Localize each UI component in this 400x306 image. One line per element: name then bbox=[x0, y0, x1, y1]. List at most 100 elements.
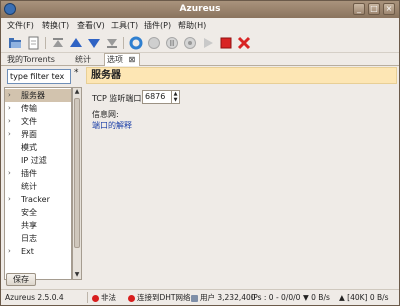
close-button[interactable]: × bbox=[383, 3, 395, 15]
tab-bar: 我的Torrents 统计 选项 ⊠ bbox=[1, 53, 399, 67]
tree-item-tracker[interactable]: › Tracker bbox=[5, 193, 71, 206]
scroll-down-arrow-icon[interactable]: ▼ bbox=[73, 271, 81, 279]
tab-options-label: 选项 bbox=[107, 55, 123, 64]
menu-tools[interactable]: 工具(T) bbox=[111, 20, 138, 31]
tree-item-ext[interactable]: › Ext bbox=[5, 245, 71, 258]
delete-icon[interactable] bbox=[237, 36, 251, 50]
filter-input[interactable]: type filter tex bbox=[7, 69, 71, 84]
download-speed[interactable]: ▼ 0 B/s bbox=[303, 290, 330, 305]
tree-item-plugins[interactable]: › 插件 bbox=[5, 167, 71, 180]
tree-item-server[interactable]: › 服务器 bbox=[5, 89, 71, 102]
tab-my-torrents[interactable]: 我的Torrents bbox=[5, 54, 57, 66]
expander-icon[interactable]: › bbox=[8, 89, 11, 102]
nat-red-dot-icon bbox=[92, 294, 99, 302]
menu-file[interactable]: 文件(F) bbox=[7, 20, 34, 31]
info-label: 信息网: bbox=[92, 110, 119, 119]
tree-item-label: 插件 bbox=[21, 169, 37, 178]
expander-icon[interactable]: › bbox=[8, 102, 11, 115]
tree-item-security[interactable]: 安全 bbox=[5, 206, 71, 219]
tree-item-label: 界面 bbox=[21, 130, 37, 139]
tree-item-label: Ext bbox=[21, 247, 34, 256]
toolbar-separator bbox=[123, 37, 124, 49]
tree-item-label: 文件 bbox=[21, 117, 37, 126]
expander-icon[interactable]: › bbox=[8, 167, 11, 180]
users-status-text: 用户 3,232,400 bbox=[200, 293, 256, 302]
tree-item-label: 安全 bbox=[21, 208, 37, 217]
tree-item-transfer[interactable]: › 传输 bbox=[5, 102, 71, 115]
stepper-arrows[interactable]: ▲ ▼ bbox=[171, 91, 179, 103]
app-window: Azureus _ □ × 文件(F) 转换(T) 查看(V) 工具(T) 插件… bbox=[0, 0, 400, 306]
users-icon bbox=[191, 294, 198, 302]
page-title: 服务器 bbox=[86, 67, 397, 84]
up-icon[interactable] bbox=[69, 36, 83, 50]
tree-item-label: 日志 bbox=[21, 234, 37, 243]
stop-disabled-icon[interactable] bbox=[147, 36, 161, 50]
menu-help[interactable]: 帮助(H) bbox=[178, 20, 206, 31]
toolbar bbox=[1, 33, 399, 53]
users-status: 用户 3,232,400 bbox=[191, 290, 256, 305]
tree-scrollbar[interactable]: ▲ ▼ bbox=[72, 87, 82, 280]
queue-disabled-icon[interactable] bbox=[183, 36, 197, 50]
menu-bar: 文件(F) 转换(T) 查看(V) 工具(T) 插件(P) 帮助(H) bbox=[1, 18, 399, 33]
tab-options[interactable]: 选项 ⊠ bbox=[104, 53, 140, 67]
toolbar-separator bbox=[45, 37, 46, 49]
minimize-button[interactable]: _ bbox=[353, 3, 365, 15]
new-torrent-icon[interactable] bbox=[26, 36, 40, 50]
menu-plugins[interactable]: 插件(P) bbox=[144, 20, 171, 31]
expander-icon[interactable]: › bbox=[8, 245, 11, 258]
title-bar: Azureus _ □ × bbox=[1, 1, 399, 18]
filter-modified-indicator: * bbox=[74, 68, 79, 78]
upload-speed[interactable]: ▲ [40K] 0 B/s bbox=[339, 290, 389, 305]
ip-status: IPs : 0 - 0/0/0 bbox=[251, 293, 301, 302]
tree-item-files[interactable]: › 文件 bbox=[5, 115, 71, 128]
tree-item-label: 共享 bbox=[21, 221, 37, 230]
dht-status-text: 连接到DHT网络 bbox=[137, 293, 191, 302]
status-bar: Azureus 2.5.0.4 非法 连接到DHT网络 用户 3,232,400… bbox=[1, 289, 399, 305]
open-torrent-icon[interactable] bbox=[8, 36, 22, 50]
tcp-port-value[interactable]: 6876 bbox=[145, 92, 165, 101]
scroll-up-arrow-icon[interactable]: ▲ bbox=[73, 88, 81, 96]
tree-item-logging[interactable]: 日志 bbox=[5, 232, 71, 245]
tree-item-ip-filter[interactable]: IP 过滤 bbox=[5, 154, 71, 167]
tree-item-interface[interactable]: › 界面 bbox=[5, 128, 71, 141]
nat-status-text: 非法 bbox=[101, 293, 116, 302]
save-button[interactable]: 保存 bbox=[6, 273, 36, 286]
tree-item-statistics[interactable]: 统计 bbox=[5, 180, 71, 193]
play-icon[interactable] bbox=[201, 36, 215, 50]
tree-item-label: 传输 bbox=[21, 104, 37, 113]
expander-icon[interactable]: › bbox=[8, 115, 11, 128]
tab-close-icon[interactable]: ⊠ bbox=[129, 55, 136, 64]
move-top-icon[interactable] bbox=[51, 36, 65, 50]
window-title: Azureus bbox=[179, 4, 221, 14]
stepper-down-icon[interactable]: ▼ bbox=[172, 97, 179, 103]
options-panel: type filter tex * › 服务器 › 传输 › 文件 › 界面 模… bbox=[3, 66, 397, 288]
dht-red-dot-icon bbox=[128, 294, 135, 302]
expander-icon[interactable]: › bbox=[8, 193, 11, 206]
down-icon[interactable] bbox=[87, 36, 101, 50]
expander-icon[interactable]: › bbox=[8, 128, 11, 141]
tree-item-label: 统计 bbox=[21, 182, 37, 191]
tree-item-label: Tracker bbox=[21, 195, 50, 204]
tree-item-label: 服务器 bbox=[21, 91, 45, 100]
tree-item-label: IP 过滤 bbox=[21, 156, 47, 165]
move-bottom-icon[interactable] bbox=[105, 36, 119, 50]
menu-view[interactable]: 查看(V) bbox=[77, 20, 105, 31]
maximize-button[interactable]: □ bbox=[368, 3, 380, 15]
port-explanation-link[interactable]: 端口的解释 bbox=[92, 120, 132, 131]
tcp-port-label: TCP 监听端口 bbox=[92, 94, 142, 103]
version-label: Azureus 2.5.0.4 bbox=[5, 293, 64, 302]
pause-disabled-icon[interactable] bbox=[165, 36, 179, 50]
tcp-port-stepper[interactable]: 6876 ▲ ▼ bbox=[142, 90, 180, 104]
menu-transfer[interactable]: 转换(T) bbox=[42, 20, 69, 31]
stop-icon[interactable] bbox=[219, 36, 233, 50]
tree-item-mode[interactable]: 模式 bbox=[5, 141, 71, 154]
tree-item-sharing[interactable]: 共享 bbox=[5, 219, 71, 232]
options-tree: › 服务器 › 传输 › 文件 › 界面 模式 IP 过滤 › 插件 统计 › … bbox=[4, 87, 72, 280]
refresh-icon[interactable] bbox=[129, 36, 143, 50]
scroll-thumb[interactable] bbox=[74, 98, 80, 248]
tree-item-label: 模式 bbox=[21, 143, 37, 152]
tab-statistics[interactable]: 统计 bbox=[73, 54, 93, 66]
nat-status[interactable]: 非法 bbox=[92, 290, 116, 305]
status-separator bbox=[87, 292, 88, 303]
dht-status[interactable]: 连接到DHT网络 bbox=[128, 290, 191, 305]
